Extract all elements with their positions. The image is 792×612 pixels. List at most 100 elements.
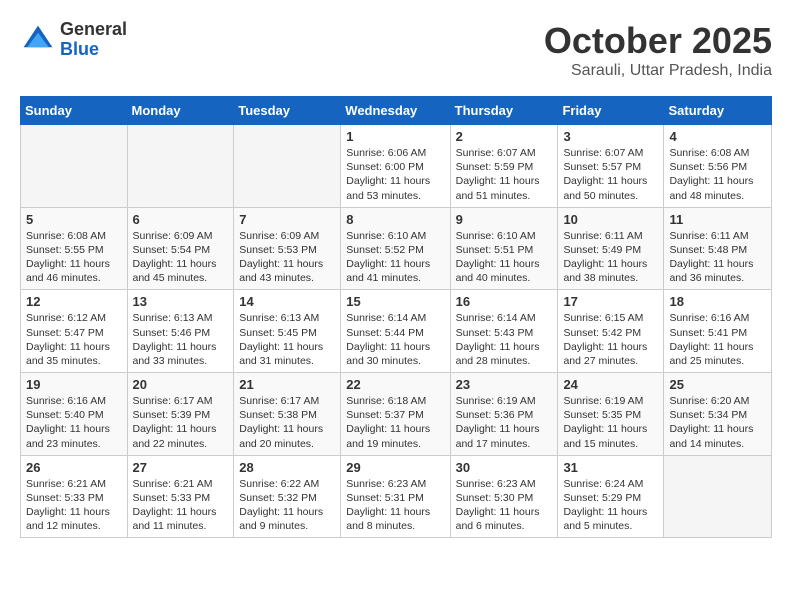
day-number: 15 [346, 294, 444, 309]
calendar-cell [664, 455, 772, 538]
calendar-week-row: 19 Sunrise: 6:16 AM Sunset: 5:40 PM Dayli… [21, 373, 772, 456]
calendar-cell: 1 Sunrise: 6:06 AM Sunset: 6:00 PM Daylig… [341, 125, 450, 208]
day-info: Sunrise: 6:09 AM Sunset: 5:54 PM Dayligh… [133, 229, 229, 286]
day-number: 19 [26, 377, 122, 392]
calendar-cell: 13Sunrise: 6:13 AM Sunset: 5:46 PM Dayli… [127, 290, 234, 373]
calendar-cell: 30Sunrise: 6:23 AM Sunset: 5:30 PM Dayli… [450, 455, 558, 538]
calendar-cell: 21 Sunrise: 6:17 AM Sunset: 5:38 PM Dayli… [234, 373, 341, 456]
day-info: Sunrise: 6:17 AM Sunset: 5:39 PM Dayligh… [133, 394, 229, 451]
day-number: 10 [563, 212, 658, 227]
calendar-cell: 7 Sunrise: 6:09 AM Sunset: 5:53 PM Daylig… [234, 207, 341, 290]
day-info: Sunrise: 6:06 AM Sunset: 6:00 PM Dayligh… [346, 146, 444, 203]
day-info: Sunrise: 6:14 AM Sunset: 5:44 PM Dayligh… [346, 311, 444, 368]
calendar-cell: 4Sunrise: 6:08 AM Sunset: 5:56 PM Daylig… [664, 125, 772, 208]
calendar-day-header: Saturday [664, 97, 772, 125]
day-info: Sunrise: 6:19 AM Sunset: 5:35 PM Dayligh… [563, 394, 658, 451]
day-info: Sunrise: 6:09 AM Sunset: 5:53 PM Dayligh… [239, 229, 335, 286]
calendar-cell: 8 Sunrise: 6:10 AM Sunset: 5:52 PM Daylig… [341, 207, 450, 290]
calendar-day-header: Sunday [21, 97, 128, 125]
day-info: Sunrise: 6:14 AM Sunset: 5:43 PM Dayligh… [456, 311, 553, 368]
calendar-cell: 22 Sunrise: 6:18 AM Sunset: 5:37 PM Dayli… [341, 373, 450, 456]
day-number: 2 [456, 129, 553, 144]
day-info: Sunrise: 6:21 AM Sunset: 5:33 PM Dayligh… [26, 477, 122, 534]
calendar-cell: 18 Sunrise: 6:16 AM Sunset: 5:41 PM Dayli… [664, 290, 772, 373]
calendar-day-header: Thursday [450, 97, 558, 125]
calendar-cell: 12Sunrise: 6:12 AM Sunset: 5:47 PM Dayli… [21, 290, 128, 373]
day-number: 4 [669, 129, 766, 144]
logo: General Blue [20, 20, 127, 60]
calendar-cell: 14 Sunrise: 6:13 AM Sunset: 5:45 PM Dayli… [234, 290, 341, 373]
calendar-day-header: Monday [127, 97, 234, 125]
day-info: Sunrise: 6:24 AM Sunset: 5:29 PM Dayligh… [563, 477, 658, 534]
day-number: 29 [346, 460, 444, 475]
day-info: Sunrise: 6:11 AM Sunset: 5:48 PM Dayligh… [669, 229, 766, 286]
day-number: 23 [456, 377, 553, 392]
day-info: Sunrise: 6:10 AM Sunset: 5:52 PM Dayligh… [346, 229, 444, 286]
day-info: Sunrise: 6:22 AM Sunset: 5:32 PM Dayligh… [239, 477, 335, 534]
calendar-week-row: 1 Sunrise: 6:06 AM Sunset: 6:00 PM Daylig… [21, 125, 772, 208]
day-info: Sunrise: 6:16 AM Sunset: 5:40 PM Dayligh… [26, 394, 122, 451]
logo-blue-text: Blue [60, 40, 127, 60]
day-number: 18 [669, 294, 766, 309]
day-info: Sunrise: 6:20 AM Sunset: 5:34 PM Dayligh… [669, 394, 766, 451]
logo-text: General Blue [60, 20, 127, 60]
day-info: Sunrise: 6:13 AM Sunset: 5:45 PM Dayligh… [239, 311, 335, 368]
location: Sarauli, Uttar Pradesh, India [544, 62, 772, 80]
day-info: Sunrise: 6:16 AM Sunset: 5:41 PM Dayligh… [669, 311, 766, 368]
day-info: Sunrise: 6:23 AM Sunset: 5:30 PM Dayligh… [456, 477, 553, 534]
day-info: Sunrise: 6:15 AM Sunset: 5:42 PM Dayligh… [563, 311, 658, 368]
day-info: Sunrise: 6:08 AM Sunset: 5:55 PM Dayligh… [26, 229, 122, 286]
day-info: Sunrise: 6:07 AM Sunset: 5:59 PM Dayligh… [456, 146, 553, 203]
calendar-day-header: Friday [558, 97, 664, 125]
page-header: General Blue October 2025 Sarauli, Uttar… [20, 20, 772, 80]
day-info: Sunrise: 6:19 AM Sunset: 5:36 PM Dayligh… [456, 394, 553, 451]
calendar-header-row: SundayMondayTuesdayWednesdayThursdayFrid… [21, 97, 772, 125]
calendar-cell: 15 Sunrise: 6:14 AM Sunset: 5:44 PM Dayli… [341, 290, 450, 373]
calendar-cell: 16 Sunrise: 6:14 AM Sunset: 5:43 PM Dayli… [450, 290, 558, 373]
calendar-cell: 24 Sunrise: 6:19 AM Sunset: 5:35 PM Dayli… [558, 373, 664, 456]
calendar-cell: 2 Sunrise: 6:07 AM Sunset: 5:59 PM Daylig… [450, 125, 558, 208]
day-info: Sunrise: 6:18 AM Sunset: 5:37 PM Dayligh… [346, 394, 444, 451]
day-number: 21 [239, 377, 335, 392]
day-number: 9 [456, 212, 553, 227]
day-number: 7 [239, 212, 335, 227]
day-number: 20 [133, 377, 229, 392]
calendar-cell: 6Sunrise: 6:09 AM Sunset: 5:54 PM Daylig… [127, 207, 234, 290]
calendar-cell: 25 Sunrise: 6:20 AM Sunset: 5:34 PM Dayli… [664, 373, 772, 456]
day-info: Sunrise: 6:12 AM Sunset: 5:47 PM Dayligh… [26, 311, 122, 368]
day-number: 11 [669, 212, 766, 227]
day-number: 8 [346, 212, 444, 227]
day-number: 17 [563, 294, 658, 309]
logo-general-text: General [60, 20, 127, 40]
day-number: 1 [346, 129, 444, 144]
calendar-cell: 23 Sunrise: 6:19 AM Sunset: 5:36 PM Dayli… [450, 373, 558, 456]
calendar-cell: 27 Sunrise: 6:21 AM Sunset: 5:33 PM Dayli… [127, 455, 234, 538]
day-info: Sunrise: 6:07 AM Sunset: 5:57 PM Dayligh… [563, 146, 658, 203]
calendar-cell: 20 Sunrise: 6:17 AM Sunset: 5:39 PM Dayli… [127, 373, 234, 456]
calendar-cell: 9Sunrise: 6:10 AM Sunset: 5:51 PM Daylig… [450, 207, 558, 290]
day-number: 5 [26, 212, 122, 227]
calendar-cell [127, 125, 234, 208]
title-block: October 2025 Sarauli, Uttar Pradesh, Ind… [544, 20, 772, 80]
day-number: 14 [239, 294, 335, 309]
day-number: 27 [133, 460, 229, 475]
calendar-cell: 31Sunrise: 6:24 AM Sunset: 5:29 PM Dayli… [558, 455, 664, 538]
day-number: 3 [563, 129, 658, 144]
calendar-cell: 11 Sunrise: 6:11 AM Sunset: 5:48 PM Dayli… [664, 207, 772, 290]
day-info: Sunrise: 6:17 AM Sunset: 5:38 PM Dayligh… [239, 394, 335, 451]
calendar-cell: 26 Sunrise: 6:21 AM Sunset: 5:33 PM Dayli… [21, 455, 128, 538]
calendar-day-header: Wednesday [341, 97, 450, 125]
calendar-cell: 10Sunrise: 6:11 AM Sunset: 5:49 PM Dayli… [558, 207, 664, 290]
day-number: 24 [563, 377, 658, 392]
calendar-cell: 17 Sunrise: 6:15 AM Sunset: 5:42 PM Dayli… [558, 290, 664, 373]
calendar-week-row: 5 Sunrise: 6:08 AM Sunset: 5:55 PM Daylig… [21, 207, 772, 290]
day-number: 25 [669, 377, 766, 392]
calendar-cell: 28 Sunrise: 6:22 AM Sunset: 5:32 PM Dayli… [234, 455, 341, 538]
day-info: Sunrise: 6:23 AM Sunset: 5:31 PM Dayligh… [346, 477, 444, 534]
day-number: 28 [239, 460, 335, 475]
calendar-cell: 5 Sunrise: 6:08 AM Sunset: 5:55 PM Daylig… [21, 207, 128, 290]
day-number: 26 [26, 460, 122, 475]
day-info: Sunrise: 6:21 AM Sunset: 5:33 PM Dayligh… [133, 477, 229, 534]
day-number: 22 [346, 377, 444, 392]
day-number: 16 [456, 294, 553, 309]
